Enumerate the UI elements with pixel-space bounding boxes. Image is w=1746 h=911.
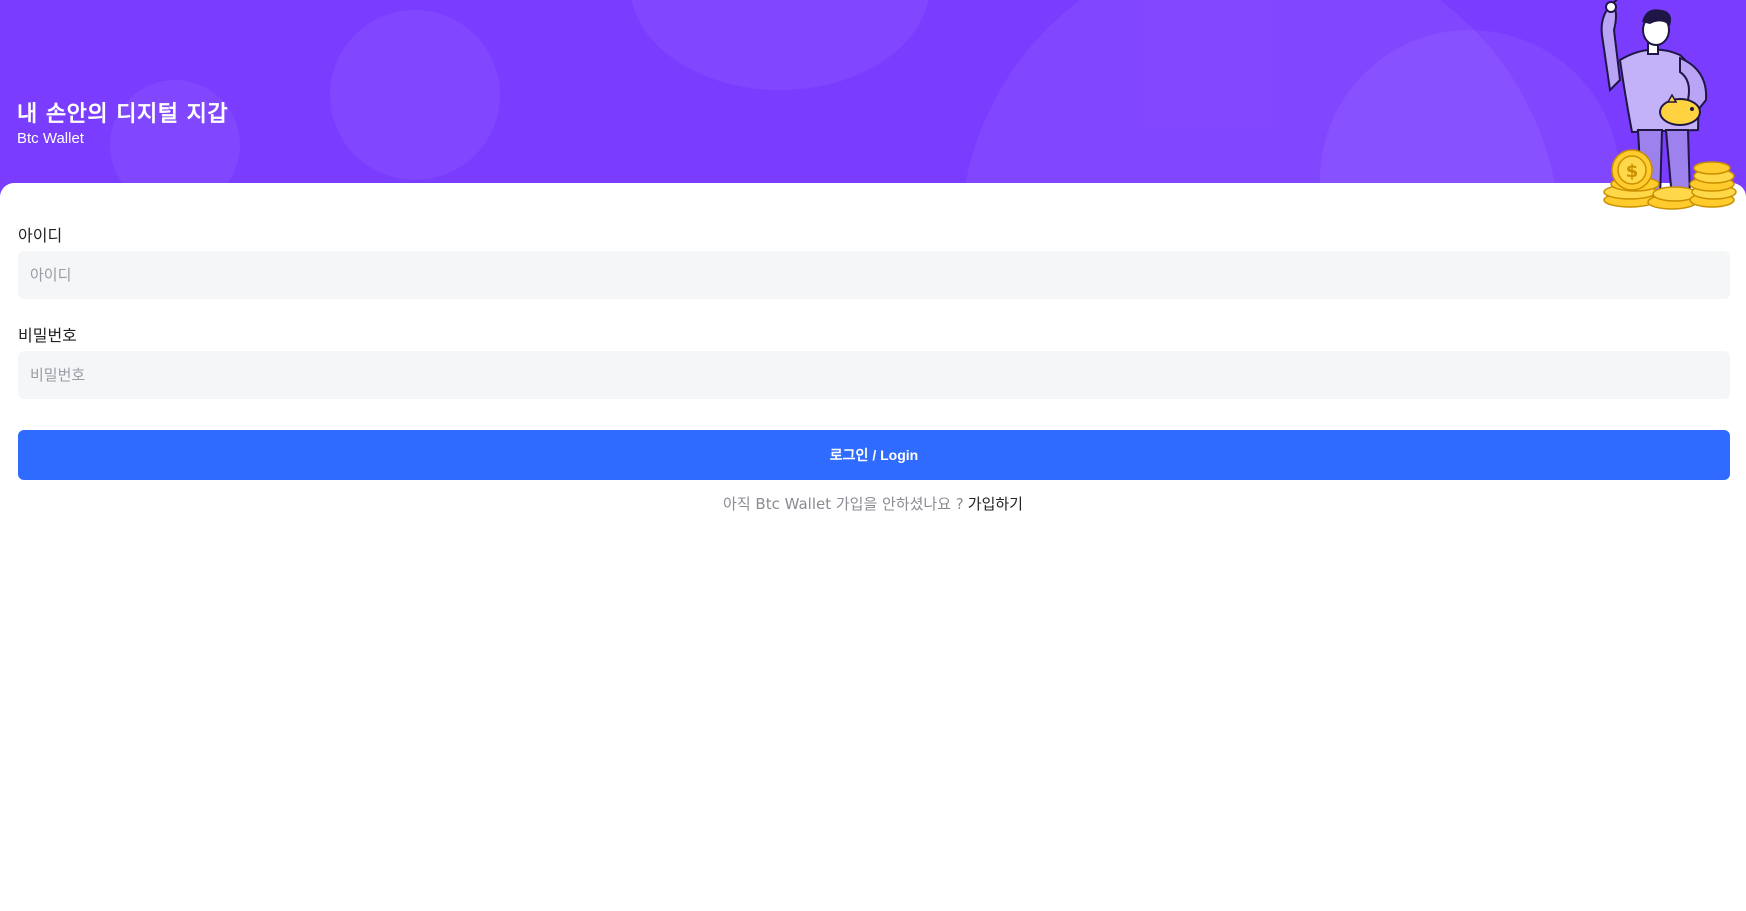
page-title: 내 손안의 디지털 지갑 <box>17 102 229 127</box>
decor-circle <box>330 10 500 180</box>
login-button[interactable]: 로그인 / Login <box>18 430 1730 480</box>
password-input[interactable] <box>18 351 1730 399</box>
login-panel: 아이디 비밀번호 <box>0 183 1746 911</box>
page-subtitle: Btc Wallet <box>17 130 84 147</box>
signup-prompt: 아직 Btc Wallet 가입을 안하셨나요 ? <box>723 495 964 513</box>
id-label: 아이디 <box>18 226 63 245</box>
id-input[interactable] <box>18 251 1730 299</box>
password-label: 비밀번호 <box>18 326 77 345</box>
man-with-coins-illustration-icon: $ <box>1600 0 1737 210</box>
header-text: 내 손안의 디지털 지갑 Btc Wallet <box>17 100 228 148</box>
signup-link[interactable]: 가입하기 <box>968 495 1023 513</box>
svg-text:$: $ <box>1626 161 1639 182</box>
signup-row: 아직 Btc Wallet 가입을 안하셨나요 ? 가입하기 <box>0 493 1746 514</box>
header-banner: 내 손안의 디지털 지갑 Btc Wallet <box>0 0 1746 200</box>
decor-circle <box>630 0 930 90</box>
